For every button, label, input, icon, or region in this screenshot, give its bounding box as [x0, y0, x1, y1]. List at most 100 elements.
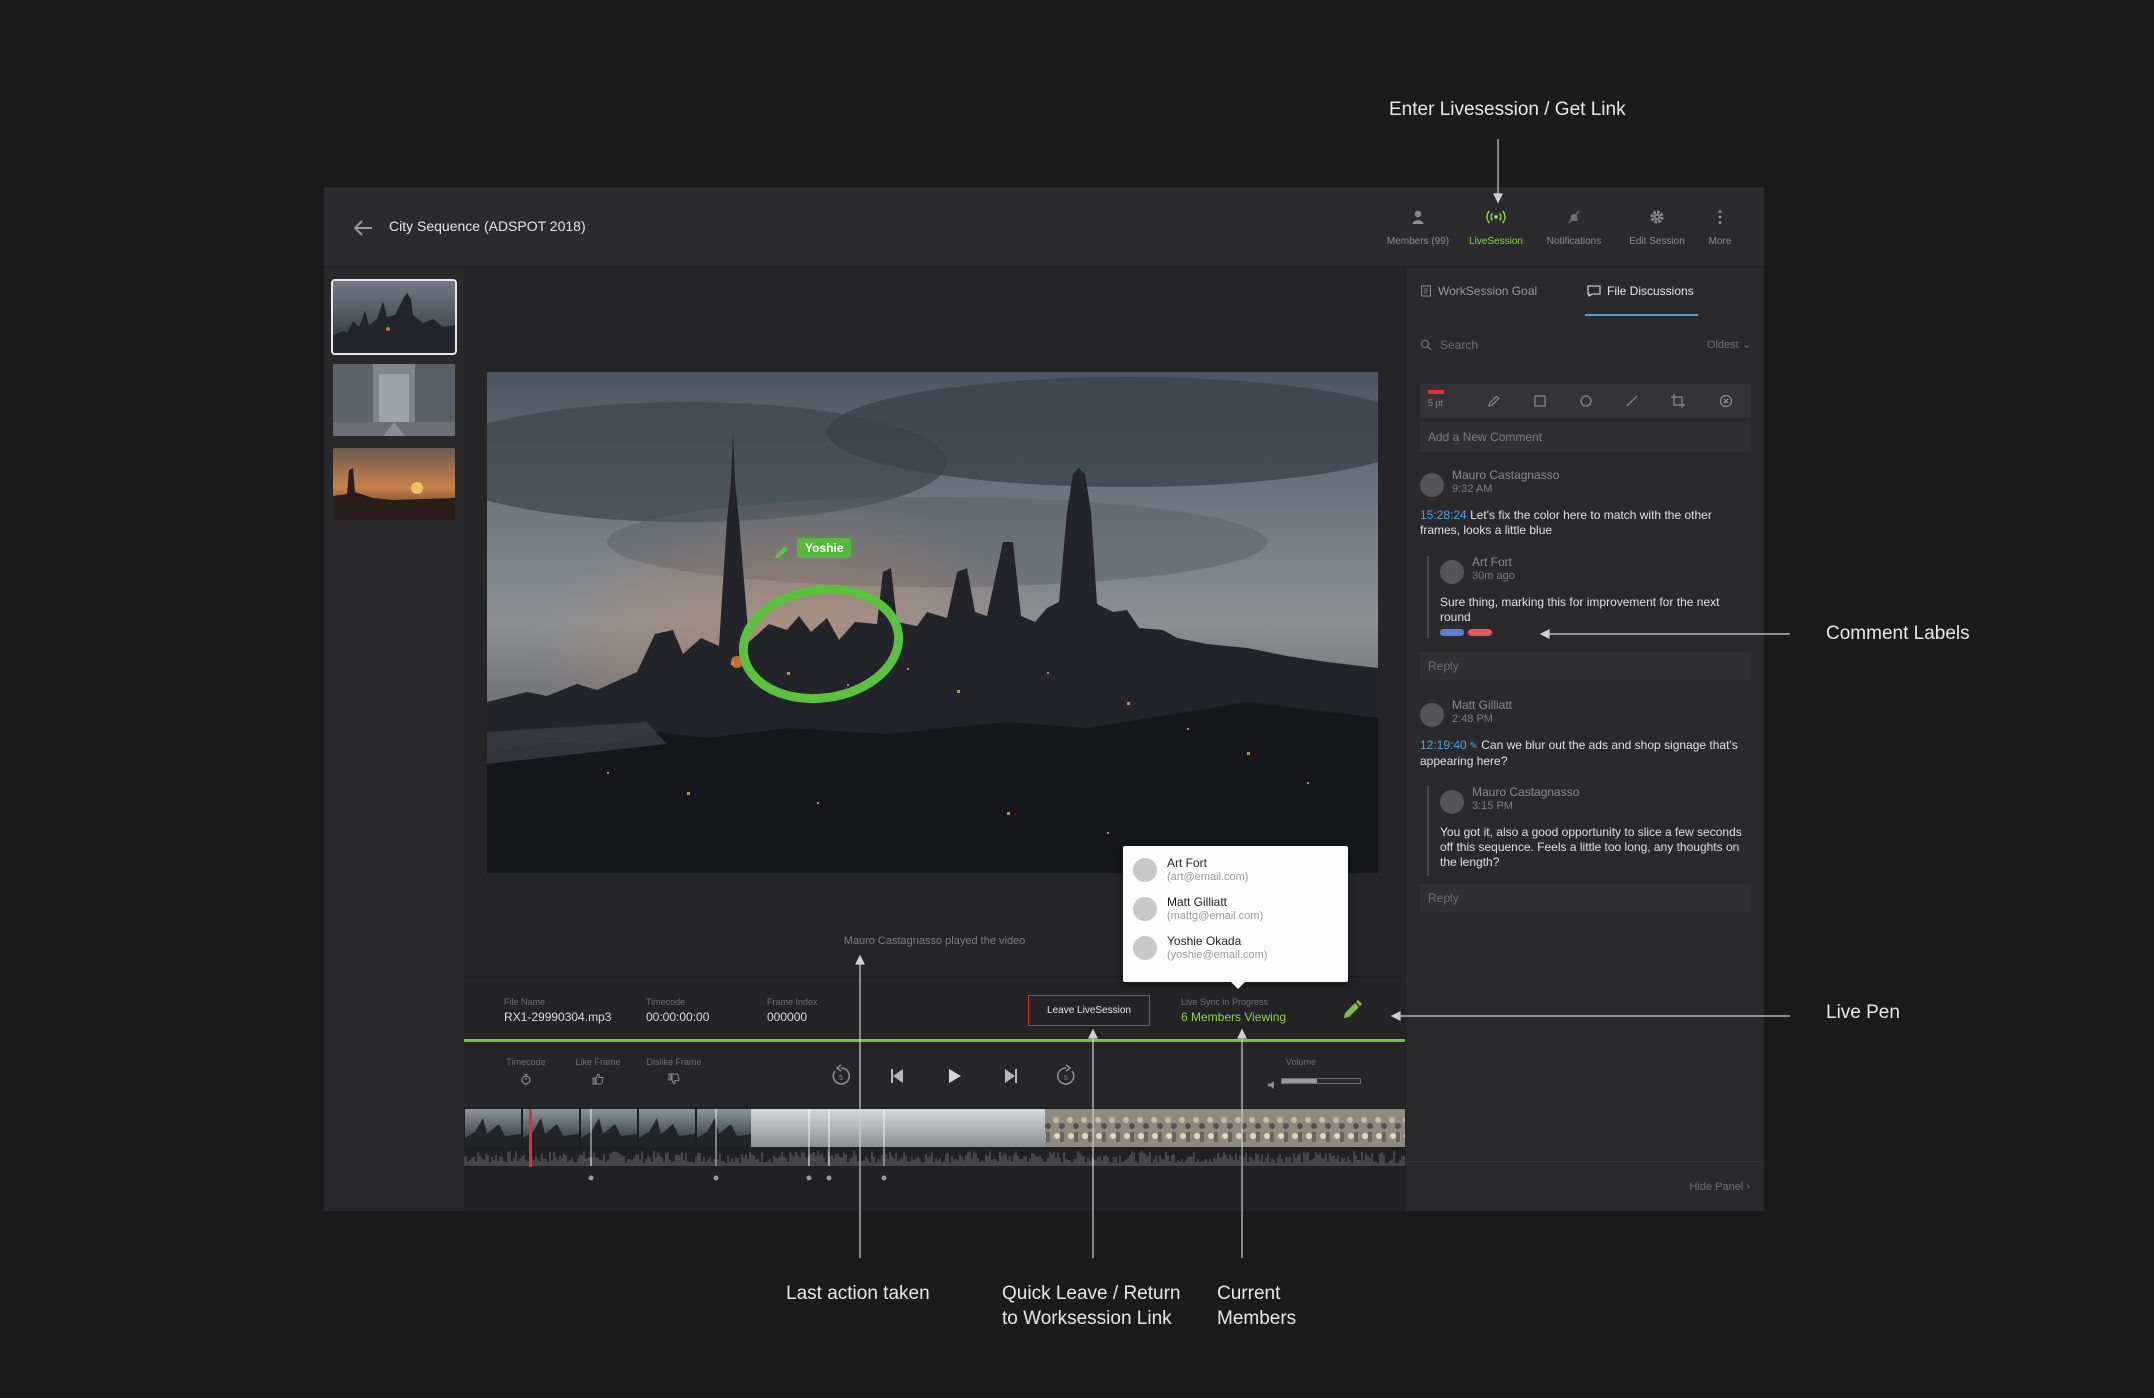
tab-file-discussions[interactable]: File Discussions: [1587, 284, 1694, 298]
edit-session-label: Edit Session: [1629, 236, 1685, 247]
livesession-label: LiveSession: [1469, 236, 1523, 247]
members-button[interactable]: Members (99): [1378, 209, 1458, 249]
dislike-frame-button[interactable]: Dislike Frame: [642, 1057, 706, 1090]
more-button[interactable]: More: [1680, 209, 1760, 249]
member-email: (mattg@email.com): [1167, 910, 1264, 922]
timecode-value: 00:00:00:00: [646, 1010, 710, 1024]
members-popover: Art Fort (art@email.com) Matt Gilliatt (…: [1123, 846, 1348, 989]
new-comment-input[interactable]: [1420, 422, 1751, 452]
member-item[interactable]: Yoshie Okada (yoshie@email.com): [1133, 932, 1338, 966]
live-pen-button[interactable]: [1340, 998, 1364, 1022]
member-item[interactable]: Matt Gilliatt (mattg@email.com): [1133, 893, 1338, 927]
avatar: [1133, 936, 1157, 960]
back-arrow-icon[interactable]: [348, 213, 378, 243]
annotation-current-members-line1: Current: [1217, 1283, 1281, 1304]
leave-livesession-button[interactable]: Leave LiveSession: [1028, 995, 1150, 1026]
fast-forward-icon: 5: [1056, 1064, 1075, 1085]
pencil-tool-button[interactable]: [1486, 393, 1502, 409]
live-pen-pencil-icon: [772, 542, 792, 562]
notifications-button[interactable]: Notifications: [1534, 209, 1614, 249]
like-frame-label: Like Frame: [575, 1057, 621, 1067]
previous-frame-button[interactable]: [885, 1063, 911, 1089]
video-viewer: Yoshie Mauro Castagnasso played the vide…: [463, 268, 1405, 1211]
discussions-panel: WorkSession Goal File Discussions Oldest…: [1405, 268, 1764, 1211]
forward-5-button[interactable]: 5: [1053, 1063, 1079, 1089]
live-sync-label: Live Sync in Progress: [1181, 997, 1269, 1007]
video-frame[interactable]: Yoshie: [487, 372, 1378, 873]
comment-label-blue[interactable]: [1440, 629, 1464, 636]
search-row: Oldest ⌄: [1420, 330, 1751, 360]
rewind-icon: 5: [832, 1064, 851, 1085]
member-item[interactable]: Art Fort (art@email.com): [1133, 854, 1338, 888]
comment-timecode-link[interactable]: 15:28:24: [1420, 508, 1467, 522]
dislike-frame-label: Dislike Frame: [646, 1057, 702, 1067]
stroke-color-swatch: [1428, 390, 1444, 394]
reply-time: 3:15 PM: [1472, 800, 1513, 812]
like-frame-button[interactable]: Like Frame: [570, 1057, 626, 1090]
rectangle-tool-button[interactable]: [1532, 393, 1548, 409]
step-back-icon: [891, 1069, 903, 1083]
player-controls: Timecode Like Frame Dislike Frame 5 5 Vo…: [464, 1043, 1405, 1108]
timecode-marker-button[interactable]: Timecode: [498, 1057, 554, 1090]
reply-thread-line: [1427, 786, 1429, 876]
members-viewing-link[interactable]: 6 Members Viewing: [1181, 1010, 1286, 1024]
member-email: (yoshie@email.com): [1167, 949, 1268, 961]
panel-divider: [1406, 1161, 1764, 1162]
document-icon: [1421, 285, 1431, 297]
comment-author: Matt Gilliatt: [1452, 698, 1513, 712]
tab-worksession-goal[interactable]: WorkSession Goal: [1420, 284, 1537, 298]
thumbnail-city-skyline[interactable]: [331, 279, 457, 355]
crop-tool-button[interactable]: [1670, 393, 1686, 409]
thumbnail-city-street[interactable]: [333, 364, 455, 436]
hide-panel-button[interactable]: Hide Panel ›: [1689, 1181, 1750, 1193]
annotation-quick-leave-line2: to Worksession Link: [1002, 1308, 1172, 1329]
stroke-size-button[interactable]: 5 pt: [1428, 388, 1458, 414]
reply-thread-line: [1427, 556, 1429, 638]
members-label: Members (99): [1386, 236, 1450, 247]
avatar: [1420, 473, 1444, 497]
svg-text:5: 5: [839, 1075, 843, 1082]
volume-slider[interactable]: [1281, 1078, 1361, 1084]
play-button[interactable]: [941, 1063, 967, 1089]
bell-muted-icon: [1568, 210, 1580, 224]
circle-tool-button[interactable]: [1578, 393, 1594, 409]
line-tool-button[interactable]: [1624, 393, 1640, 409]
avatar: [1440, 560, 1464, 584]
rectangle-icon: [1534, 395, 1546, 407]
pencil-icon: [1344, 1000, 1362, 1018]
search-input[interactable]: [1440, 334, 1670, 356]
thumbnail-city-sunset[interactable]: [333, 448, 455, 520]
avatar: [1133, 858, 1157, 882]
step-forward-icon: [1005, 1069, 1017, 1083]
reply-input[interactable]: [1420, 652, 1751, 680]
tab-worksession-goal-label: WorkSession Goal: [1438, 284, 1538, 298]
broadcast-icon: [1486, 210, 1506, 224]
comment-time: 2:48 PM: [1452, 713, 1493, 725]
comment-label-red[interactable]: [1468, 629, 1492, 636]
live-sync-progress-line: [464, 1039, 1405, 1042]
comment-author: Mauro Castagnasso: [1452, 468, 1560, 482]
filmstrip-timeline[interactable]: [463, 1108, 1405, 1211]
live-sync-block[interactable]: Live Sync in Progress 6 Members Viewing: [1181, 997, 1286, 1024]
tab-file-discussions-label: File Discussions: [1607, 284, 1694, 298]
thumbs-up-icon: [592, 1073, 604, 1085]
stroke-size-label: 5 pt: [1428, 398, 1444, 408]
clear-tool-button[interactable]: [1718, 393, 1734, 409]
gear-icon: [1650, 210, 1664, 224]
annotation-current-members: Current Members: [1217, 1281, 1296, 1331]
sort-value: Oldest: [1706, 339, 1739, 351]
rewind-5-button[interactable]: 5: [828, 1063, 854, 1089]
sort-dropdown[interactable]: Oldest ⌄: [1707, 338, 1751, 351]
livesession-button[interactable]: LiveSession: [1456, 209, 1536, 249]
comment-timecode-link[interactable]: 12:19:40: [1420, 738, 1467, 752]
member-name: Matt Gilliatt: [1167, 895, 1228, 909]
volume-control[interactable]: Volume: [1256, 1057, 1346, 1072]
next-frame-button[interactable]: [997, 1063, 1023, 1089]
reply-author: Art Fort: [1472, 555, 1513, 569]
reply-input[interactable]: [1420, 884, 1751, 912]
chat-icon: [1587, 285, 1601, 298]
app-window: City Sequence (ADSPOT 2018) Members (99)…: [324, 187, 1764, 1211]
play-icon: [949, 1069, 961, 1083]
chevron-down-icon: ⌄: [1741, 339, 1751, 351]
annotation-quick-leave-line1: Quick Leave / Return: [1002, 1283, 1181, 1304]
